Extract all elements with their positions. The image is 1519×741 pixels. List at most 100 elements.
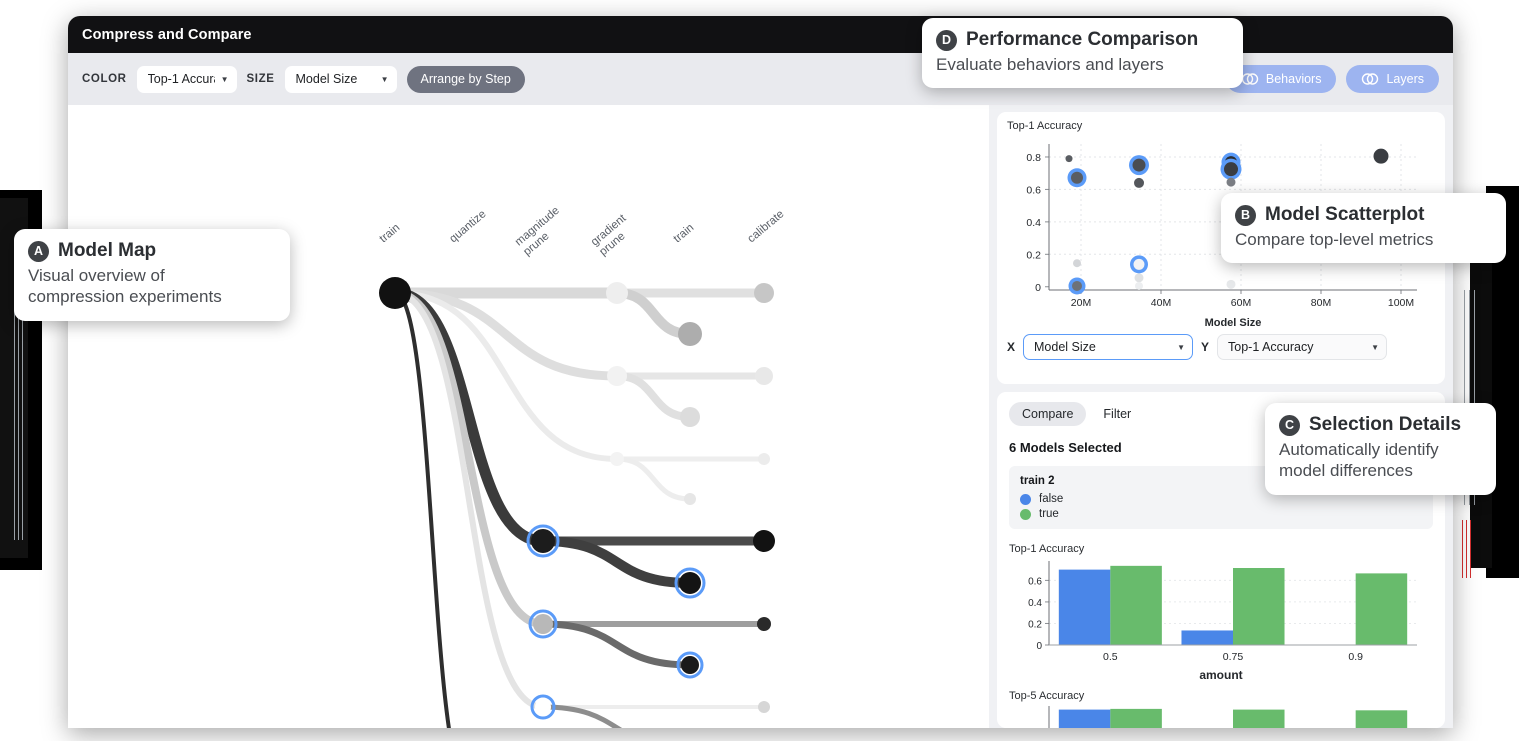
bar[interactable] xyxy=(1058,709,1111,728)
scatter-point[interactable] xyxy=(1226,177,1236,187)
graph-node[interactable] xyxy=(610,452,624,466)
color-select-value: Top-1 Accurac xyxy=(147,72,215,86)
graph-node[interactable] xyxy=(679,572,701,594)
toolbar: COLOR Top-1 Accurac ▼ SIZE Model Size ▼ … xyxy=(68,53,1453,105)
top5-bar-chart[interactable] xyxy=(1009,702,1423,728)
layers-button[interactable]: Layers xyxy=(1346,65,1439,93)
scatter-x-select[interactable]: Model Size ▼ xyxy=(1023,334,1194,360)
bar[interactable] xyxy=(1355,573,1408,645)
graph-link xyxy=(540,704,623,728)
y-tick-label: 0.2 xyxy=(1026,249,1041,261)
x-tick-label: 0.5 xyxy=(1103,651,1118,663)
chevron-down-icon: ▼ xyxy=(1177,342,1186,352)
arrange-by-step-label: Arrange by Step xyxy=(420,72,511,86)
graph-node[interactable] xyxy=(681,656,699,674)
graph-node[interactable] xyxy=(755,367,773,385)
x-tick-label: 60M xyxy=(1231,297,1251,309)
detail-tab[interactable]: Compare xyxy=(1009,402,1087,426)
graph-link xyxy=(614,456,693,502)
callout-sub-d: Evaluate behaviors and layers xyxy=(936,55,1164,74)
graph-node[interactable] xyxy=(758,453,770,465)
legend-row: false xyxy=(1020,493,1422,505)
graph-link xyxy=(613,372,694,421)
scatter-point[interactable] xyxy=(1071,171,1083,184)
bar[interactable] xyxy=(1058,569,1111,645)
graph-node[interactable] xyxy=(753,530,775,552)
graph-node[interactable] xyxy=(758,701,770,713)
bar[interactable] xyxy=(1181,630,1233,645)
scatter-y-label: Y xyxy=(1201,340,1210,354)
y-tick-label: 0.6 xyxy=(1028,576,1042,587)
detail-tab[interactable]: Filter xyxy=(1090,402,1144,426)
color-label: COLOR xyxy=(82,73,127,85)
y-tick-label: 0.4 xyxy=(1028,598,1042,609)
behaviors-label: Behaviors xyxy=(1265,72,1322,86)
bar1-x-title: amount xyxy=(1199,668,1243,682)
backdrop-hairline xyxy=(14,300,15,540)
graph-node[interactable] xyxy=(754,283,774,303)
bar[interactable] xyxy=(1355,710,1408,728)
arrange-by-step-button[interactable]: Arrange by Step xyxy=(406,65,525,93)
bar1-title: Top-1 Accuracy xyxy=(1009,543,1085,555)
x-tick-label: 20M xyxy=(1071,297,1091,309)
scatter-point[interactable] xyxy=(1135,281,1143,290)
callout-title-c: Selection Details xyxy=(1309,414,1462,435)
backdrop-redline xyxy=(1466,520,1467,578)
title-bar: Compress and Compare xyxy=(68,16,1453,53)
callout-performance-comparison: D Performance Comparison Evaluate behavi… xyxy=(922,18,1243,89)
model-map-panel[interactable]: train quantize magnitude prune gradient pru… xyxy=(68,105,989,728)
backdrop-redline xyxy=(1462,520,1463,578)
scatter-point[interactable] xyxy=(1133,258,1145,270)
bar[interactable] xyxy=(1110,708,1162,728)
bar[interactable] xyxy=(1233,709,1285,728)
model-map-graph[interactable] xyxy=(68,105,989,728)
scatter-point[interactable] xyxy=(1132,158,1146,172)
size-select-value: Model Size xyxy=(295,72,358,86)
scatter-point[interactable] xyxy=(1373,148,1389,164)
legend-label: true xyxy=(1039,508,1059,520)
graph-node[interactable] xyxy=(757,617,771,631)
chevron-down-icon: ▼ xyxy=(220,74,229,84)
graph-node[interactable] xyxy=(680,407,700,427)
y-tick-label: 0 xyxy=(1036,641,1042,652)
callout-selection-details: C Selection Details Automatically identi… xyxy=(1265,403,1496,495)
venn-icon xyxy=(1362,73,1379,85)
graph-node[interactable] xyxy=(535,699,551,715)
scatter-y-axis-title: Top-1 Accuracy xyxy=(1007,120,1083,132)
callout-badge-b: B xyxy=(1235,204,1256,226)
graph-node[interactable] xyxy=(531,529,555,553)
top1-bar-chart[interactable]: 0 0.2 0.4 0.6 0.5 0.75 0.9 xyxy=(1009,557,1423,667)
chevron-down-icon: ▼ xyxy=(380,74,389,84)
legend-row: true xyxy=(1020,508,1422,520)
graph-node[interactable] xyxy=(606,282,628,304)
bar[interactable] xyxy=(1233,568,1285,645)
graph-node[interactable] xyxy=(379,277,411,309)
graph-link xyxy=(393,291,451,728)
callout-sub-c: Automatically identify model differences xyxy=(1279,440,1439,481)
scatter-point[interactable] xyxy=(1134,177,1144,188)
scatter-point[interactable] xyxy=(1065,155,1073,163)
y-tick-label: 0.4 xyxy=(1026,217,1041,229)
chevron-down-icon: ▼ xyxy=(1371,342,1380,352)
x-tick-label: 100M xyxy=(1388,297,1414,309)
scatter-y-select[interactable]: Top-1 Accuracy ▼ xyxy=(1217,334,1388,360)
scatter-point[interactable] xyxy=(1134,273,1144,283)
bar2-title: Top-5 Accuracy xyxy=(1009,690,1085,702)
layers-label: Layers xyxy=(1386,72,1424,86)
callout-model-scatterplot: B Model Scatterplot Compare top-level me… xyxy=(1221,193,1506,264)
scatter-point[interactable] xyxy=(1073,259,1081,268)
scatter-point[interactable] xyxy=(1072,280,1082,291)
graph-node[interactable] xyxy=(678,322,702,346)
scatter-point[interactable] xyxy=(1226,279,1236,289)
color-select[interactable]: Top-1 Accurac ▼ xyxy=(136,65,237,93)
graph-node[interactable] xyxy=(533,614,553,634)
size-select[interactable]: Model Size ▼ xyxy=(284,65,397,93)
bar[interactable] xyxy=(1110,565,1162,645)
legend-label: false xyxy=(1039,493,1064,505)
graph-node[interactable] xyxy=(607,366,627,386)
comparison-legend-rows: false true xyxy=(1020,493,1422,520)
callout-badge-d: D xyxy=(936,29,957,51)
size-label: SIZE xyxy=(246,73,275,85)
scatter-point[interactable] xyxy=(1224,162,1238,177)
graph-node[interactable] xyxy=(684,493,696,505)
